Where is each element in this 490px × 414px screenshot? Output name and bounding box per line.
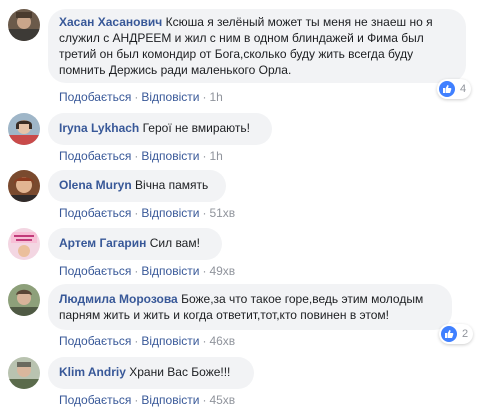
comment-actions: Подобається · Відповісти · 45хв <box>59 393 236 407</box>
reaction-count[interactable]: 4 <box>437 79 472 99</box>
comment-actions: Подобається · Відповісти · 46хв <box>59 334 236 348</box>
like-button[interactable]: Подобається <box>59 90 131 104</box>
comment-timestamp[interactable]: 49хв <box>209 264 235 278</box>
reply-button[interactable]: Відповісти <box>141 393 199 407</box>
comment-author[interactable]: Артем Гагарин <box>59 236 146 250</box>
comment-author[interactable]: Olena Muryn <box>59 178 132 192</box>
avatar[interactable] <box>8 9 40 41</box>
comment-text-line: третий он был комондир от Бога,сколько б… <box>59 47 414 61</box>
comment-bubble: Olena Muryn Вічна память <box>48 170 226 202</box>
comment-author[interactable]: Klim Andriy <box>59 365 126 379</box>
comment-actions: Подобається · Відповісти · 1h <box>59 90 223 104</box>
like-button[interactable]: Подобається <box>59 393 131 407</box>
like-button[interactable]: Подобається <box>59 206 131 220</box>
comment-bubble: Iryna Lykhach Герої не вмирають! <box>48 113 272 145</box>
comment-actions: Подобається · Відповісти · 49хв <box>59 264 236 278</box>
reply-button[interactable]: Відповісти <box>141 90 199 104</box>
comment-actions: Подобається · Відповісти · 1h <box>59 149 223 163</box>
comment-text: Вічна память <box>135 178 209 192</box>
reaction-count[interactable]: 2 <box>439 324 474 344</box>
comment-bubble: Людмила Морозова Боже,за что такое горе,… <box>48 284 452 330</box>
comment-timestamp[interactable]: 46хв <box>209 334 235 348</box>
reply-button[interactable]: Відповісти <box>141 206 199 220</box>
comment-author[interactable]: Хасан Хасанович <box>59 15 162 29</box>
like-icon <box>441 326 457 342</box>
comment-bubble: Артем Гагарин Сил вам! <box>48 228 222 260</box>
reply-button[interactable]: Відповісти <box>141 149 199 163</box>
comment-timestamp[interactable]: 45хв <box>209 393 235 407</box>
like-button[interactable]: Подобається <box>59 264 131 278</box>
like-button[interactable]: Подобається <box>59 334 131 348</box>
comment-author[interactable]: Людмила Морозова <box>59 292 178 306</box>
reaction-count-value: 4 <box>460 83 467 95</box>
comment-text-line: парням жить и жить и когда ответит,тот,к… <box>59 308 390 322</box>
like-icon <box>439 81 455 97</box>
avatar[interactable] <box>8 357 40 389</box>
avatar[interactable] <box>8 170 40 202</box>
avatar[interactable] <box>8 113 40 145</box>
comment-timestamp[interactable]: 51хв <box>209 206 235 220</box>
comment-text: Сил вам! <box>149 236 200 250</box>
comment-timestamp[interactable]: 1h <box>209 90 222 104</box>
avatar[interactable] <box>8 284 40 316</box>
comment-text-line: Ксюша я зелёный может ты меня не знаеш н… <box>165 15 433 29</box>
comment-text-line: Боже,за что такое горе,ведь этим молодым <box>181 292 424 306</box>
comment-actions: Подобається · Відповісти · 51хв <box>59 206 236 220</box>
reply-button[interactable]: Відповісти <box>141 334 199 348</box>
comment-author[interactable]: Iryna Lykhach <box>59 121 139 135</box>
like-button[interactable]: Подобається <box>59 149 131 163</box>
reaction-count-value: 2 <box>462 328 469 340</box>
comment-text-line: служил с АНДРЕЕМ и жил с ним в одном бли… <box>59 31 424 45</box>
avatar[interactable] <box>8 228 40 260</box>
comment-text: Храни Вас Боже!!! <box>129 365 231 379</box>
comment-timestamp[interactable]: 1h <box>209 149 222 163</box>
comment-text-line: помнить Держись ради маленького Орла. <box>59 63 292 77</box>
comment-text: Герої не вмирають! <box>142 121 250 135</box>
comment-bubble: Хасан Хасанович Ксюша я зелёный может ты… <box>48 9 466 83</box>
reply-button[interactable]: Відповісти <box>141 264 199 278</box>
comment-bubble: Klim Andriy Храни Вас Боже!!! <box>48 357 254 389</box>
